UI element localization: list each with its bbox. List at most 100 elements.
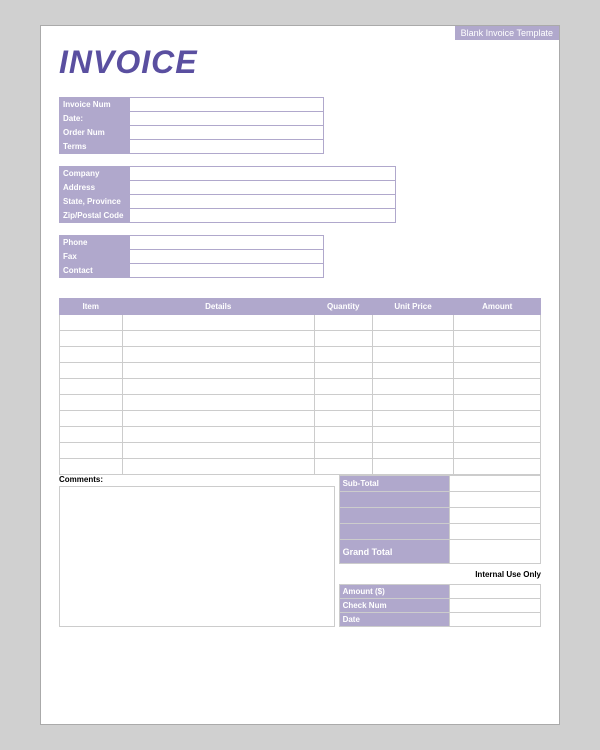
items-cell-5-unit_price[interactable] xyxy=(372,395,454,411)
col-item-header: Item xyxy=(60,299,123,315)
items-cell-0-details[interactable] xyxy=(122,315,314,331)
blank-label-2 xyxy=(339,508,450,524)
items-cell-2-unit_price[interactable] xyxy=(372,347,454,363)
blank-label-3 xyxy=(339,524,450,540)
blank-value-3[interactable] xyxy=(450,524,541,540)
items-cell-9-quantity[interactable] xyxy=(314,459,372,475)
phone-value[interactable] xyxy=(130,236,324,250)
items-cell-5-amount[interactable] xyxy=(454,395,541,411)
payment-date-value[interactable] xyxy=(450,613,541,627)
blank-value-1[interactable] xyxy=(450,492,541,508)
items-cell-2-item[interactable] xyxy=(60,347,123,363)
amount-label: Amount ($) xyxy=(339,585,450,599)
items-cell-0-amount[interactable] xyxy=(454,315,541,331)
grand-total-value[interactable] xyxy=(450,540,541,564)
invoice-num-row: Invoice Num xyxy=(60,98,324,112)
items-row-1 xyxy=(60,331,541,347)
items-cell-3-item[interactable] xyxy=(60,363,123,379)
items-cell-3-details[interactable] xyxy=(122,363,314,379)
items-cell-9-item[interactable] xyxy=(60,459,123,475)
items-cell-5-quantity[interactable] xyxy=(314,395,372,411)
items-cell-8-item[interactable] xyxy=(60,443,123,459)
items-row-3 xyxy=(60,363,541,379)
items-cell-5-item[interactable] xyxy=(60,395,123,411)
items-cell-9-amount[interactable] xyxy=(454,459,541,475)
internal-use-row: Internal Use Only xyxy=(339,566,541,582)
invoice-num-value[interactable] xyxy=(130,98,324,112)
blank-label-1 xyxy=(339,492,450,508)
items-row-2 xyxy=(60,347,541,363)
items-cell-5-details[interactable] xyxy=(122,395,314,411)
items-cell-6-details[interactable] xyxy=(122,411,314,427)
blank-row-2 xyxy=(339,508,540,524)
amount-row: Amount ($) xyxy=(339,585,540,599)
date-value[interactable] xyxy=(130,112,324,126)
payment-date-label: Date xyxy=(339,613,450,627)
template-label: Blank Invoice Template xyxy=(455,26,559,40)
amount-value[interactable] xyxy=(450,585,541,599)
items-cell-6-amount[interactable] xyxy=(454,411,541,427)
items-row-7 xyxy=(60,427,541,443)
items-cell-7-amount[interactable] xyxy=(454,427,541,443)
items-cell-4-amount[interactable] xyxy=(454,379,541,395)
items-cell-7-unit_price[interactable] xyxy=(372,427,454,443)
items-cell-4-unit_price[interactable] xyxy=(372,379,454,395)
items-cell-3-quantity[interactable] xyxy=(314,363,372,379)
items-cell-0-unit_price[interactable] xyxy=(372,315,454,331)
items-cell-1-item[interactable] xyxy=(60,331,123,347)
items-cell-1-unit_price[interactable] xyxy=(372,331,454,347)
items-cell-0-item[interactable] xyxy=(60,315,123,331)
items-cell-8-unit_price[interactable] xyxy=(372,443,454,459)
items-section: Item Details Quantity Unit Price Amount xyxy=(41,290,559,475)
items-cell-3-unit_price[interactable] xyxy=(372,363,454,379)
subtotal-value[interactable] xyxy=(450,476,541,492)
items-cell-0-quantity[interactable] xyxy=(314,315,372,331)
col-details-header: Details xyxy=(122,299,314,315)
fax-label: Fax xyxy=(60,250,130,264)
items-cell-9-details[interactable] xyxy=(122,459,314,475)
zip-postal-value[interactable] xyxy=(130,209,396,223)
items-cell-2-details[interactable] xyxy=(122,347,314,363)
items-cell-1-amount[interactable] xyxy=(454,331,541,347)
contact-section: Phone Fax Contact xyxy=(41,235,559,278)
company-value[interactable] xyxy=(130,167,396,181)
items-cell-7-details[interactable] xyxy=(122,427,314,443)
order-num-value[interactable] xyxy=(130,126,324,140)
address-value[interactable] xyxy=(130,181,396,195)
items-cell-2-amount[interactable] xyxy=(454,347,541,363)
comments-box[interactable] xyxy=(59,486,335,627)
terms-row: Terms xyxy=(60,140,324,154)
items-cell-4-quantity[interactable] xyxy=(314,379,372,395)
items-cell-6-unit_price[interactable] xyxy=(372,411,454,427)
items-cell-8-details[interactable] xyxy=(122,443,314,459)
items-row-9 xyxy=(60,459,541,475)
items-cell-8-quantity[interactable] xyxy=(314,443,372,459)
items-cell-6-item[interactable] xyxy=(60,411,123,427)
grand-total-row: Grand Total xyxy=(339,540,540,564)
items-cell-3-amount[interactable] xyxy=(454,363,541,379)
check-num-value[interactable] xyxy=(450,599,541,613)
terms-value[interactable] xyxy=(130,140,324,154)
items-cell-7-quantity[interactable] xyxy=(314,427,372,443)
check-num-label: Check Num xyxy=(339,599,450,613)
order-num-row: Order Num xyxy=(60,126,324,140)
items-cell-9-unit_price[interactable] xyxy=(372,459,454,475)
items-cell-7-item[interactable] xyxy=(60,427,123,443)
items-cell-6-quantity[interactable] xyxy=(314,411,372,427)
company-label: Company xyxy=(60,167,130,181)
date-label: Date: xyxy=(60,112,130,126)
items-cell-8-amount[interactable] xyxy=(454,443,541,459)
items-cell-2-quantity[interactable] xyxy=(314,347,372,363)
state-province-value[interactable] xyxy=(130,195,396,209)
blank-value-2[interactable] xyxy=(450,508,541,524)
items-cell-4-details[interactable] xyxy=(122,379,314,395)
invoice-info-table: Invoice Num Date: Order Num Terms xyxy=(59,97,324,154)
items-cell-4-item[interactable] xyxy=(60,379,123,395)
items-cell-1-quantity[interactable] xyxy=(314,331,372,347)
col-amount-header: Amount xyxy=(454,299,541,315)
fax-value[interactable] xyxy=(130,250,324,264)
items-tbody xyxy=(60,315,541,475)
contact-value[interactable] xyxy=(130,264,324,278)
items-cell-1-details[interactable] xyxy=(122,331,314,347)
phone-row: Phone xyxy=(60,236,324,250)
